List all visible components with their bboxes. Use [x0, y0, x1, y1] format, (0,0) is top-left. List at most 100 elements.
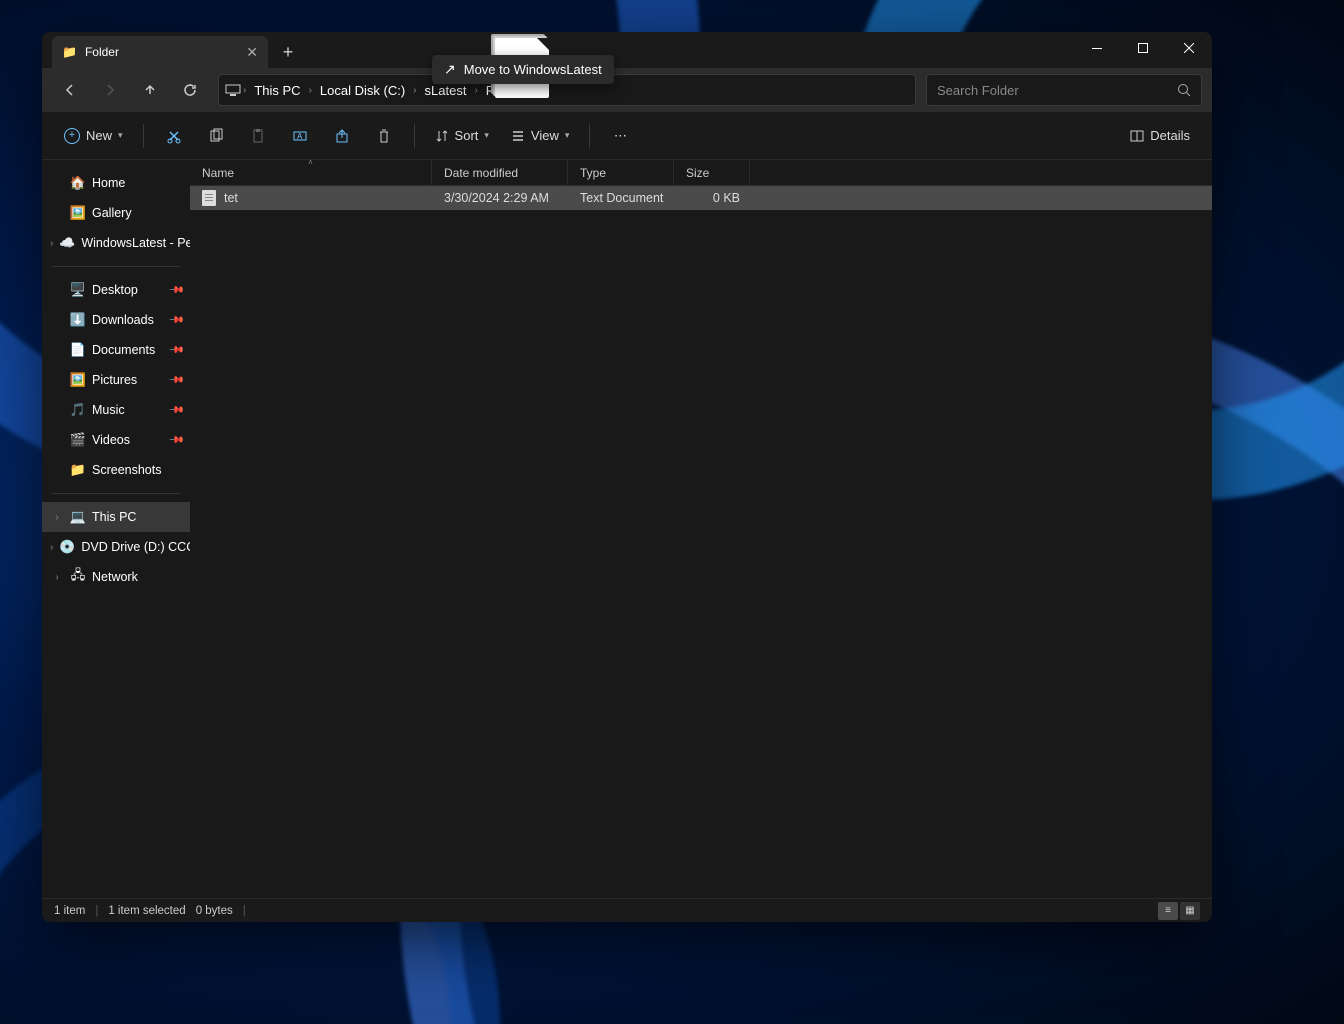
drag-tooltip-text: Move to WindowsLatest: [464, 62, 602, 77]
sidebar-item[interactable]: 🖼️Pictures📌: [42, 365, 190, 395]
close-window-button[interactable]: [1166, 32, 1212, 64]
back-button[interactable]: [52, 74, 88, 106]
file-list-area: ˄Name Date modified Type Size tet 3/30/2…: [190, 160, 1212, 898]
sort-indicator-icon: ˄: [308, 160, 313, 167]
maximize-button[interactable]: [1120, 32, 1166, 64]
move-arrow-icon: ↗: [444, 61, 456, 78]
delete-button[interactable]: [366, 120, 402, 152]
sort-icon: [435, 129, 449, 143]
chevron-down-icon: ▾: [484, 130, 489, 141]
expand-chevron-icon[interactable]: ›: [50, 238, 53, 249]
rename-button[interactable]: A: [282, 120, 318, 152]
sidebar-item[interactable]: 📁Screenshots: [42, 455, 190, 485]
sidebar-item-icon: 🏠: [70, 175, 86, 191]
plus-circle-icon: +: [64, 128, 80, 144]
sidebar-item[interactable]: ›💿DVD Drive (D:) CCC: [42, 532, 190, 562]
details-view-toggle[interactable]: ≡: [1158, 902, 1178, 920]
svg-text:A: A: [297, 132, 303, 141]
separator: |: [95, 905, 98, 917]
forward-button[interactable]: [92, 74, 128, 106]
sidebar-item-label: Screenshots: [92, 463, 161, 477]
chevron-right-icon: ›: [307, 85, 314, 96]
view-label: View: [531, 128, 559, 143]
window-tab[interactable]: 📁 Folder ✕: [52, 36, 268, 68]
pin-icon: 📌: [167, 282, 184, 299]
sidebar-item-label: Pictures: [92, 373, 137, 387]
sidebar-item[interactable]: 🏠 Home: [42, 168, 190, 198]
sidebar-item[interactable]: ›🖧Network: [42, 562, 190, 592]
file-row[interactable]: tet 3/30/2024 2:29 AM Text Document 0 KB: [190, 186, 1212, 210]
status-item-count: 1 item: [54, 905, 85, 917]
column-header-name[interactable]: ˄Name: [190, 160, 432, 185]
details-icon: [1130, 129, 1144, 143]
sidebar-item-label: This PC: [92, 510, 136, 524]
new-tab-button[interactable]: +: [268, 36, 308, 68]
status-selected: 1 item selected: [108, 905, 185, 917]
breadcrumb-segment[interactable]: This PC: [248, 83, 306, 98]
folder-icon: 📁: [62, 45, 77, 59]
sidebar-item-icon: ⬇️: [70, 312, 86, 328]
chevron-right-icon: ›: [472, 85, 479, 96]
pin-icon: 📌: [167, 372, 184, 389]
address-bar-row: › This PC › Local Disk (C:) › sLatest › …: [42, 68, 1212, 112]
sidebar-item[interactable]: 📄Documents📌: [42, 335, 190, 365]
separator: |: [243, 905, 246, 917]
column-header-date[interactable]: Date modified: [432, 160, 568, 185]
sidebar-item-label: Desktop: [92, 283, 138, 297]
navigation-sidebar: 🏠Home🖼️Gallery›☁️WindowsLatest - Pe 🖥️De…: [42, 160, 190, 898]
column-header-size[interactable]: Size: [674, 160, 750, 185]
share-button[interactable]: [324, 120, 360, 152]
sidebar-item[interactable]: 🎬Videos📌: [42, 425, 190, 455]
file-size: 0 KB: [674, 191, 750, 205]
sidebar-item-label: Gallery: [92, 206, 132, 220]
icons-view-toggle[interactable]: ▦: [1180, 902, 1200, 920]
sidebar-item[interactable]: ⬇️Downloads📌: [42, 305, 190, 335]
sidebar-item-icon: 🖧: [70, 569, 86, 585]
search-placeholder: Search Folder: [937, 83, 1019, 98]
sidebar-item-icon: 📄: [70, 342, 86, 358]
sidebar-item[interactable]: 🎵Music📌: [42, 395, 190, 425]
column-header-type[interactable]: Type: [568, 160, 674, 185]
view-icon: [511, 129, 525, 143]
sidebar-item-label: Videos: [92, 433, 130, 447]
minimize-button[interactable]: [1074, 32, 1120, 64]
view-button[interactable]: View ▾: [503, 120, 577, 152]
up-button[interactable]: [132, 74, 168, 106]
sidebar-item[interactable]: 🖥️Desktop📌: [42, 275, 190, 305]
toolbar: + New ▾ A Sort ▾ View ▾ ⋯ Details: [42, 112, 1212, 160]
pin-icon: 📌: [167, 402, 184, 419]
more-button[interactable]: ⋯: [602, 120, 638, 152]
sidebar-item[interactable]: 🖼️Gallery: [42, 198, 190, 228]
refresh-button[interactable]: [172, 74, 208, 106]
breadcrumb-segment[interactable]: Local Disk (C:): [314, 83, 411, 98]
file-type: Text Document: [568, 191, 674, 205]
paste-button[interactable]: [240, 120, 276, 152]
details-button[interactable]: Details: [1122, 120, 1198, 152]
sidebar-item[interactable]: › 💻 This PC: [42, 502, 190, 532]
expand-chevron-icon[interactable]: ›: [50, 572, 64, 583]
expand-chevron-icon[interactable]: ›: [50, 512, 64, 523]
separator: [414, 124, 415, 148]
copy-button[interactable]: [198, 120, 234, 152]
sidebar-item-icon: 💿: [59, 539, 75, 555]
status-bytes: 0 bytes: [196, 905, 233, 917]
search-icon: [1177, 83, 1191, 97]
pin-icon: 📌: [167, 342, 184, 359]
tab-title: Folder: [85, 45, 119, 59]
search-input[interactable]: Search Folder: [926, 74, 1202, 106]
chevron-right-icon: ›: [411, 85, 418, 96]
sort-button[interactable]: Sort ▾: [427, 120, 497, 152]
window-controls: [1074, 32, 1212, 64]
breadcrumb-segment[interactable]: sLatest: [419, 83, 473, 98]
sidebar-item-label: Home: [92, 176, 125, 190]
new-button[interactable]: + New ▾: [56, 120, 131, 152]
sidebar-item-icon: 💻: [70, 509, 86, 525]
close-tab-button[interactable]: ✕: [246, 44, 258, 61]
sort-label: Sort: [455, 128, 479, 143]
expand-chevron-icon[interactable]: ›: [50, 542, 53, 553]
cut-button[interactable]: [156, 120, 192, 152]
sidebar-item-icon: 🎬: [70, 432, 86, 448]
sidebar-item-label: WindowsLatest - Pe: [81, 236, 190, 250]
sidebar-item-label: Downloads: [92, 313, 154, 327]
sidebar-item[interactable]: ›☁️WindowsLatest - Pe: [42, 228, 190, 258]
